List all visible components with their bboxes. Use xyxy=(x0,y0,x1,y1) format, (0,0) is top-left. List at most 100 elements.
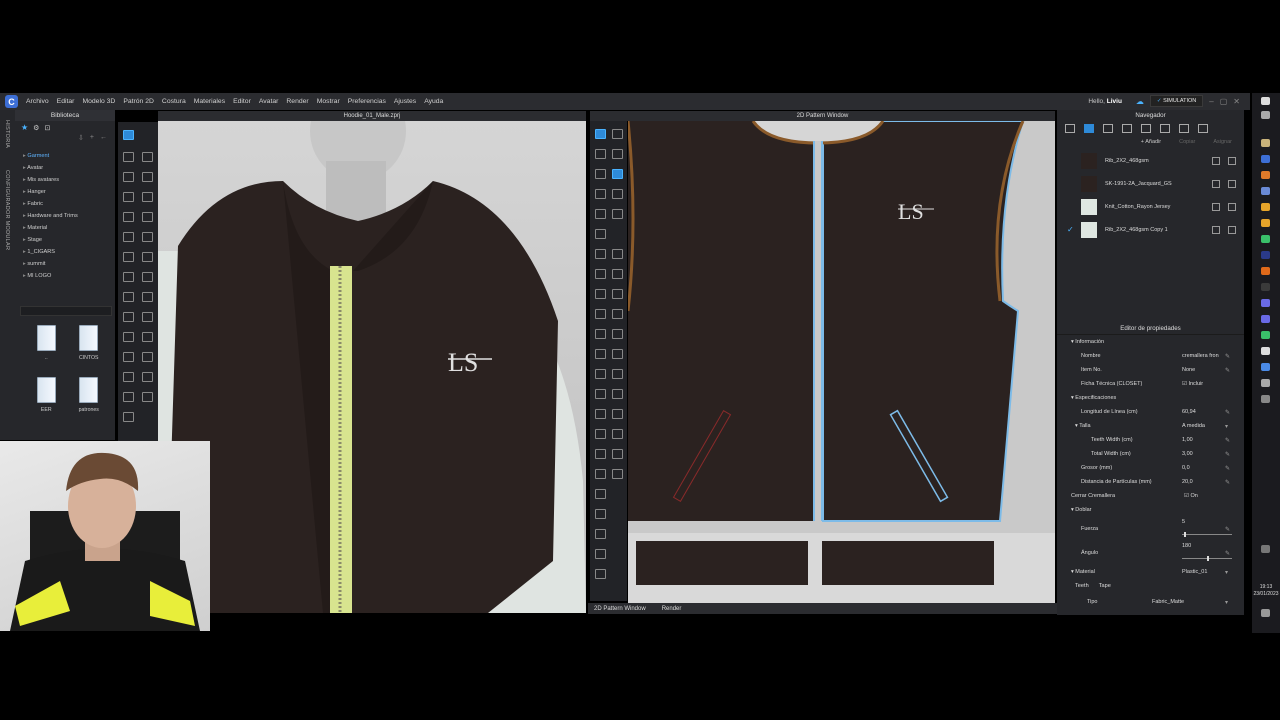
edit-pencil-icon[interactable]: ✎ xyxy=(1225,526,1230,533)
maximize-icon[interactable]: ▢ xyxy=(1220,97,1228,106)
tool-icon[interactable] xyxy=(612,409,623,419)
edit-pencil-icon[interactable]: ✎ xyxy=(1225,353,1230,360)
type-select[interactable]: Fabric_Matte xyxy=(1152,599,1184,605)
app-icon[interactable] xyxy=(1261,363,1270,371)
material-row[interactable]: ✓ Rib_2X2_468gsm Copy 1 xyxy=(1057,218,1244,241)
tool-icon[interactable] xyxy=(123,292,134,302)
tool-icon[interactable] xyxy=(595,469,606,479)
tab-tape[interactable]: Tape xyxy=(1099,583,1111,589)
material-row[interactable]: Rib_2X2_468gsm xyxy=(1057,149,1244,172)
chevron-down-icon[interactable]: ▾ xyxy=(1225,569,1228,576)
tool-icon[interactable] xyxy=(595,149,606,159)
tool-icon[interactable] xyxy=(595,569,606,579)
size-select[interactable]: A medida xyxy=(1182,423,1205,429)
tool-icon[interactable] xyxy=(612,389,623,399)
menu-preferencias[interactable]: Preferencias xyxy=(348,98,386,105)
menu-archivo[interactable]: Archivo xyxy=(26,98,49,105)
add-icon[interactable]: + xyxy=(90,134,94,144)
user-name[interactable]: Liviu xyxy=(1107,98,1122,105)
tool-icon[interactable] xyxy=(595,389,606,399)
tool-icon[interactable] xyxy=(612,369,623,379)
download-icon[interactable]: ⇩ xyxy=(78,134,84,144)
tool-icon[interactable] xyxy=(595,529,606,539)
notification-icon[interactable] xyxy=(1261,609,1270,617)
material-row[interactable]: SK-1991-2A_Jacquard_GS xyxy=(1057,172,1244,195)
tool-icon[interactable] xyxy=(612,189,623,199)
tree-item-fabric[interactable]: Fabric xyxy=(23,198,115,210)
tree-item-mi-logo[interactable]: MI LOGO xyxy=(23,270,115,282)
edit-icon[interactable] xyxy=(1212,179,1220,188)
select-tool-icon[interactable] xyxy=(595,129,606,139)
select-tool-icon[interactable] xyxy=(123,130,134,140)
app-icon[interactable] xyxy=(1261,315,1270,323)
edit-pencil-icon[interactable]: ✎ xyxy=(1225,479,1230,486)
force-slider[interactable] xyxy=(1182,532,1232,537)
library-search-input[interactable] xyxy=(20,306,112,316)
tree-item-garment[interactable]: Garment xyxy=(23,150,115,162)
app-icon[interactable] xyxy=(1261,395,1270,403)
whatsapp-icon[interactable] xyxy=(1261,331,1270,339)
edit-pencil-icon[interactable]: ✎ xyxy=(1225,367,1230,374)
tool-icon[interactable] xyxy=(612,349,623,359)
length-field[interactable]: 60,94 xyxy=(1182,409,1196,415)
menu-ajustes[interactable]: Ajustes xyxy=(394,98,416,105)
edit-pencil-icon[interactable]: ✎ xyxy=(1225,437,1230,444)
star-icon[interactable]: ★ xyxy=(21,123,28,132)
tool-icon[interactable] xyxy=(142,212,153,222)
photoshop-icon[interactable] xyxy=(1261,251,1270,259)
tool-icon[interactable] xyxy=(612,309,623,319)
tool-icon[interactable] xyxy=(123,272,134,282)
tool-icon[interactable] xyxy=(595,169,606,179)
tool-icon[interactable] xyxy=(142,292,153,302)
lock-icon[interactable] xyxy=(1228,202,1236,211)
speaker-icon[interactable] xyxy=(1261,545,1270,553)
app-icon[interactable] xyxy=(1261,203,1270,211)
active-tool-icon[interactable] xyxy=(612,169,623,179)
tree-item-summit[interactable]: summit xyxy=(23,258,115,270)
menu-materiales[interactable]: Materiales xyxy=(194,98,225,105)
tree-item-mis-avatares[interactable]: Mis avatares xyxy=(23,174,115,186)
chevron-down-icon[interactable]: ▾ xyxy=(1225,423,1228,430)
cloud-icon[interactable]: ☁ xyxy=(1136,97,1144,106)
tool-icon[interactable] xyxy=(612,129,623,139)
force-value[interactable]: 5 xyxy=(1182,519,1185,525)
tool-icon[interactable] xyxy=(142,372,153,382)
app-icon[interactable] xyxy=(1261,347,1270,355)
2d-pattern-viewport[interactable]: LS xyxy=(628,121,1055,603)
tool-icon[interactable] xyxy=(123,252,134,262)
tool-icon[interactable] xyxy=(595,509,606,519)
tool-icon[interactable] xyxy=(142,352,153,362)
tool-icon[interactable] xyxy=(142,172,153,182)
menu-render[interactable]: Render xyxy=(286,98,308,105)
section-info[interactable]: ▾ Información xyxy=(1057,335,1244,349)
puckering-icon[interactable] xyxy=(1198,123,1208,133)
tab-render[interactable]: Render xyxy=(662,606,682,612)
tool-icon[interactable] xyxy=(595,229,606,239)
menu-ayuda[interactable]: Ayuda xyxy=(424,98,443,105)
lock-icon[interactable] xyxy=(1228,225,1236,234)
simulation-button[interactable]: ✓ SIMULATION xyxy=(1149,95,1204,107)
close-zipper-checkbox[interactable]: ☑ On xyxy=(1184,493,1198,499)
text-tool-icon[interactable] xyxy=(595,429,606,439)
menu-avatar[interactable]: Avatar xyxy=(259,98,279,105)
zipper-tool-icon[interactable] xyxy=(595,489,606,499)
app-icon[interactable] xyxy=(1261,155,1270,163)
app-icon[interactable] xyxy=(1261,219,1270,227)
tool-icon[interactable] xyxy=(123,332,134,342)
material-row[interactable]: Knit_Cotton_Rayon Jersey xyxy=(1057,195,1244,218)
menu-costura[interactable]: Costura xyxy=(162,98,186,105)
slider-handle[interactable] xyxy=(1184,532,1186,537)
pen-tool-icon[interactable] xyxy=(123,352,134,362)
illustrator-icon[interactable] xyxy=(1261,267,1270,275)
tool-icon[interactable] xyxy=(612,449,623,459)
tool-icon[interactable] xyxy=(142,392,153,402)
tool-icon[interactable] xyxy=(595,289,606,299)
lock-icon[interactable] xyxy=(1228,156,1236,165)
tool-icon[interactable] xyxy=(142,332,153,342)
tree-item-cigars[interactable]: 1_CIGARS xyxy=(23,246,115,258)
close-icon[interactable]: ✕ xyxy=(1233,97,1240,106)
tool-icon[interactable] xyxy=(595,449,606,459)
section-specs[interactable]: ▾ Especificaciones xyxy=(1057,391,1244,405)
tree-item-avatar[interactable]: Avatar xyxy=(23,162,115,174)
tool-icon[interactable] xyxy=(612,329,623,339)
